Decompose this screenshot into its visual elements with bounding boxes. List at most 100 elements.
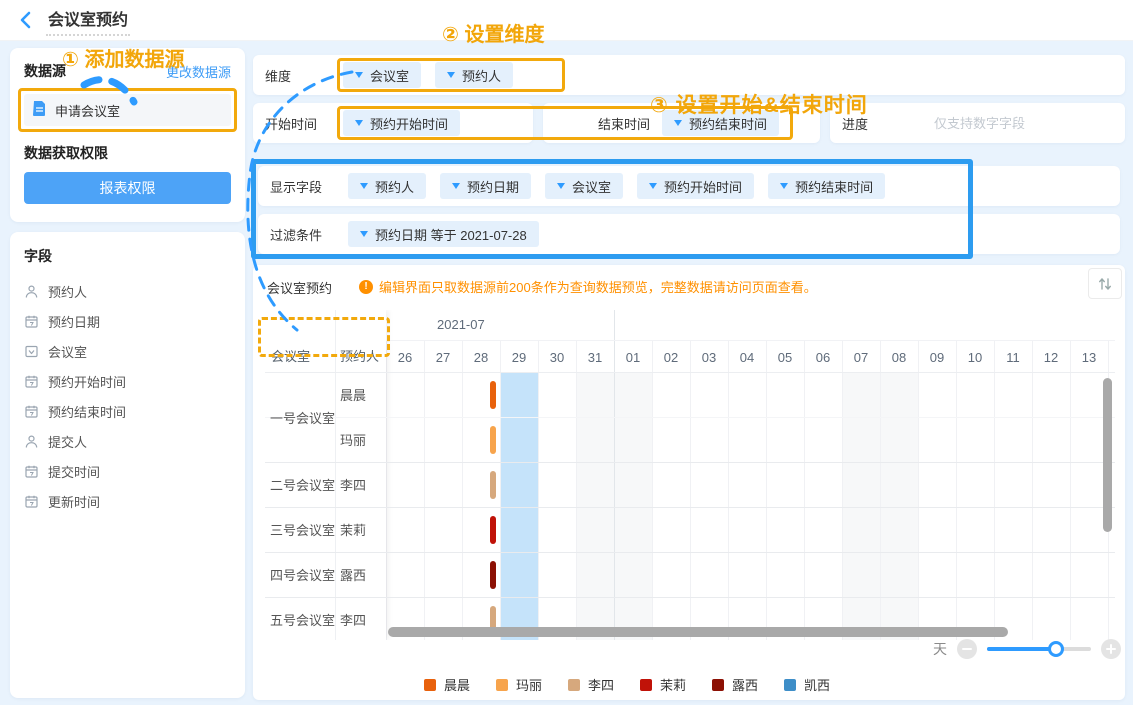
sub-row-line <box>265 417 1115 418</box>
field-item-label: 预约开始时间 <box>48 372 126 391</box>
legend-item[interactable]: 凯西 <box>784 675 830 694</box>
tag-label: 预约人 <box>462 66 501 85</box>
grid-vline <box>956 340 957 640</box>
date-row-line <box>265 372 1115 373</box>
gantt-date-cell: 07 <box>842 342 880 372</box>
legend-item[interactable]: 晨晨 <box>424 675 470 694</box>
grid-vline <box>386 340 387 640</box>
legend-item[interactable]: 李四 <box>568 675 614 694</box>
chevron-left-icon <box>20 11 31 29</box>
dimension-tag[interactable]: 会议室 <box>343 62 421 88</box>
zoom-in-button[interactable] <box>1101 639 1121 659</box>
preview-title: 会议室预约 <box>267 278 332 297</box>
legend-item[interactable]: 玛丽 <box>496 675 542 694</box>
progress-field-input[interactable] <box>932 115 1113 132</box>
grid-vline <box>690 340 691 640</box>
gantt-date-cell: 08 <box>880 342 918 372</box>
fields-panel: 字段 预约人预约日期会议室预约开始时间预约结束时间提交人提交时间更新时间 <box>10 232 245 698</box>
field-item-label: 预约日期 <box>48 312 100 331</box>
field-item[interactable]: 预约日期 <box>24 306 231 336</box>
gantt-date-cell: 01 <box>614 342 652 372</box>
field-item[interactable]: 预约结束时间 <box>24 396 231 426</box>
field-item[interactable]: 预约人 <box>24 276 231 306</box>
legend-label: 晨晨 <box>444 675 470 694</box>
display-field-tag[interactable]: 预约日期 <box>440 173 531 199</box>
report-permission-button[interactable]: 报表权限 <box>24 172 231 204</box>
fields-label: 字段 <box>24 246 231 266</box>
display-field-tag[interactable]: 预约人 <box>348 173 426 199</box>
dimension-tag[interactable]: 预约人 <box>435 62 513 88</box>
zoom-slider-track[interactable] <box>987 647 1091 651</box>
gantt-bar[interactable] <box>490 381 496 409</box>
notice-text: 编辑界面只取数据源前200条作为查询数据预览，完整数据请访问页面查看。 <box>379 277 817 296</box>
tag-label: 预约人 <box>375 177 414 196</box>
field-item[interactable]: 会议室 <box>24 336 231 366</box>
legend-swatch <box>568 679 580 691</box>
row-group-line <box>265 597 1115 598</box>
zoom-bar: 天 <box>933 639 1121 659</box>
user-icon <box>24 434 39 449</box>
tag-label: 会议室 <box>572 177 611 196</box>
calendar-icon <box>24 494 39 509</box>
gantt-date-cell: 05 <box>766 342 804 372</box>
month-label: 2021-07 <box>437 317 485 332</box>
filter-row: 过滤条件 预约日期 等于 2021-07-28 <box>258 214 1120 254</box>
caret-down-icon <box>355 72 363 78</box>
horizontal-scrollbar[interactable] <box>388 627 1008 637</box>
legend-item[interactable]: 茉莉 <box>640 675 686 694</box>
weekend-column <box>880 372 918 640</box>
display-field-tags: 预约人 预约日期 会议室 预约开始时间 预约结束时间 <box>348 173 885 199</box>
gantt-bar[interactable] <box>490 516 496 544</box>
field-item[interactable]: 提交人 <box>24 426 231 456</box>
display-fields-row: 显示字段 预约人预约日期会议室预约开始时间预约结束时间 <box>258 166 1120 206</box>
gantt-bar[interactable] <box>490 426 496 454</box>
tag-label: 预约结束时间 <box>795 177 873 196</box>
person-label: 晨晨 <box>340 372 366 417</box>
grid-vline <box>994 340 995 640</box>
grid-vline <box>576 340 577 640</box>
grid-vline <box>462 340 463 640</box>
gantt-bar[interactable] <box>490 561 496 589</box>
gantt-bar[interactable] <box>490 471 496 499</box>
room-column-header: 会议室 <box>271 346 310 365</box>
room-label: 一号会议室 <box>270 372 335 462</box>
field-item[interactable]: 更新时间 <box>24 486 231 516</box>
gantt-date-cell: 27 <box>424 342 462 372</box>
calendar-icon <box>24 314 39 329</box>
legend-swatch <box>424 679 436 691</box>
field-item[interactable]: 预约开始时间 <box>24 366 231 396</box>
caret-down-icon <box>447 72 455 78</box>
start-time-tag[interactable]: 预约开始时间 <box>343 110 460 136</box>
sort-button[interactable] <box>1088 268 1122 299</box>
display-field-tag[interactable]: 预约开始时间 <box>637 173 754 199</box>
vertical-scrollbar[interactable] <box>1103 378 1112 532</box>
legend-item[interactable]: 露西 <box>712 675 758 694</box>
caret-down-icon <box>360 231 368 237</box>
display-field-tag[interactable]: 预约结束时间 <box>768 173 885 199</box>
filter-tag[interactable]: 预约日期 等于 2021-07-28 <box>348 221 539 247</box>
zoom-out-button[interactable] <box>957 639 977 659</box>
caret-down-icon <box>674 120 682 126</box>
field-item-label: 预约人 <box>48 282 87 301</box>
field-item-label: 提交人 <box>48 432 87 451</box>
back-button[interactable] <box>16 11 34 29</box>
user-icon <box>24 284 39 299</box>
grid-vline <box>1070 340 1071 640</box>
gantt-date-cell: 31 <box>576 342 614 372</box>
grid-vline <box>538 340 539 640</box>
tag-label: 预约开始时间 <box>664 177 742 196</box>
zoom-slider-thumb[interactable] <box>1048 641 1064 657</box>
grid-vline <box>424 340 425 640</box>
grid-vline <box>880 340 881 640</box>
display-field-tag[interactable]: 会议室 <box>545 173 623 199</box>
room-label: 三号会议室 <box>270 507 335 552</box>
zoom-slider-fill <box>987 647 1056 651</box>
datasource-item[interactable]: 申请会议室 <box>24 94 231 126</box>
grid-vline <box>652 340 653 640</box>
grid-vline <box>728 340 729 640</box>
preview-notice: ! 编辑界面只取数据源前200条作为查询数据预览，完整数据请访问页面查看。 <box>359 277 817 296</box>
room-label: 四号会议室 <box>270 552 335 597</box>
field-item[interactable]: 提交时间 <box>24 456 231 486</box>
gantt-date-cell: 12 <box>1032 342 1070 372</box>
row-group-line <box>265 507 1115 508</box>
